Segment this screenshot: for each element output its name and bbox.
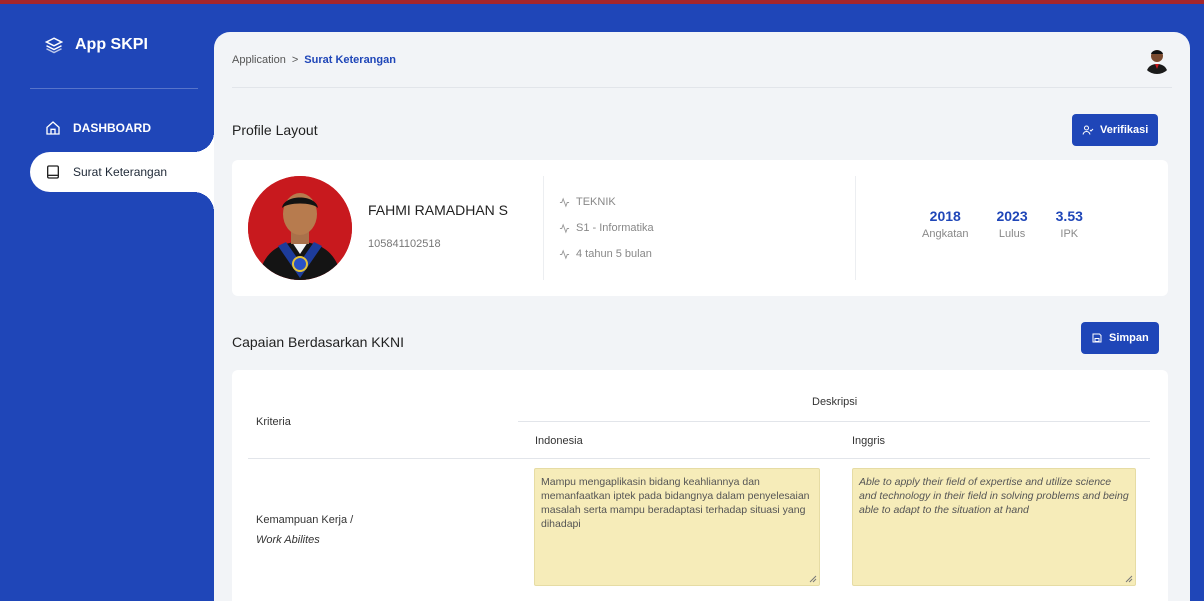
header-inggris: Inggris [852,435,886,447]
faculty-row: TEKNIK [559,196,654,208]
verify-button[interactable]: Verifikasi [1072,114,1159,146]
faculty-value: TEKNIK [576,196,616,208]
stat-lulus: 2023 Lulus [996,208,1027,240]
profile-photo [248,176,352,280]
program-row: S1 - Informatika [559,222,654,234]
profile-divider [855,176,856,280]
description-indonesia-text: Mampu mengaplikasin bidang keahliannya d… [541,476,810,530]
save-icon [1092,333,1102,343]
student-photo-icon [248,176,352,280]
stat-label: IPK [1060,228,1079,240]
sidebar: App SKPI DASHBOARD Surat Keterangan [0,8,214,601]
save-button-label: Simpan [1109,332,1149,344]
breadcrumb: Application > Surat Keterangan [232,54,396,66]
user-check-icon [1082,125,1094,135]
criteria-label: Kemampuan Kerja / [256,514,354,526]
stat-ipk: 3.53 IPK [1056,208,1083,240]
description-indonesia-textarea[interactable]: Mampu mengaplikasin bidang keahliannya d… [534,468,820,586]
brand-label: App SKPI [75,36,148,53]
stat-value: 3.53 [1055,208,1083,224]
header-deskripsi: Deskripsi [812,396,858,408]
header-kriteria: Kriteria [256,416,291,428]
duration-row: 4 tahun 5 bulan [559,248,654,260]
profile-card: FAHMI RAMADHAN S 105841102518 TEKNIK S1 … [232,160,1168,296]
sidebar-divider [30,88,198,89]
student-name: FAHMI RAMADHAN S [368,202,509,218]
stat-label: Angkatan [922,228,969,240]
breadcrumb-root[interactable]: Application [232,54,286,66]
user-avatar-icon [1142,44,1172,74]
save-button[interactable]: Simpan [1081,322,1159,354]
profile-divider [543,176,544,280]
capaian-section-title: Capaian Berdasarkan KKNI [232,334,404,350]
verify-button-label: Verifikasi [1100,124,1149,136]
kkni-table: Kriteria Deskripsi Indonesia Inggris Kem… [232,370,1168,601]
academic-stats: 2018 Angkatan 2023 Lulus 3.53 IPK [922,208,1083,240]
header-indonesia: Indonesia [535,435,583,447]
sidebar-item-label: Surat Keterangan [73,165,168,179]
program-value: S1 - Informatika [576,222,654,234]
activity-icon [559,249,570,259]
activity-icon [559,223,570,233]
sidebar-item-dashboard[interactable]: DASHBOARD [45,120,151,136]
academic-info: TEKNIK S1 - Informatika 4 tahun 5 bulan [559,196,654,260]
student-nim: 105841102518 [368,238,441,250]
header-divider [518,421,1150,422]
profile-section-title: Profile Layout [232,122,318,138]
criteria-label-en: Work Abilites [256,534,320,546]
main-content: Application > Surat Keterangan Profile L… [214,32,1190,601]
stat-value: 2023 [996,208,1028,224]
avatar[interactable] [1142,44,1172,74]
activity-icon [559,197,570,207]
topbar: Application > Surat Keterangan [232,32,1172,88]
sidebar-item-surat-keterangan[interactable]: Surat Keterangan [30,132,214,212]
stat-label: Lulus [998,228,1026,240]
breadcrumb-separator: > [291,53,299,66]
description-inggris-text: Able to apply their field of expertise a… [859,476,1129,516]
home-icon [46,121,60,135]
layers-icon [45,37,63,54]
header-bottom-divider [248,458,1150,459]
duration-value: 4 tahun 5 bulan [576,248,652,260]
stat-angkatan: 2018 Angkatan [922,208,968,240]
stat-value: 2018 [929,208,961,224]
description-inggris-textarea[interactable]: Able to apply their field of expertise a… [852,468,1136,586]
resize-handle-icon[interactable] [809,575,817,583]
sidebar-item-label: DASHBOARD [73,121,151,135]
breadcrumb-current: Surat Keterangan [304,53,396,66]
book-icon [47,165,59,179]
brand[interactable]: App SKPI [45,36,148,54]
resize-handle-icon[interactable] [1125,575,1133,583]
